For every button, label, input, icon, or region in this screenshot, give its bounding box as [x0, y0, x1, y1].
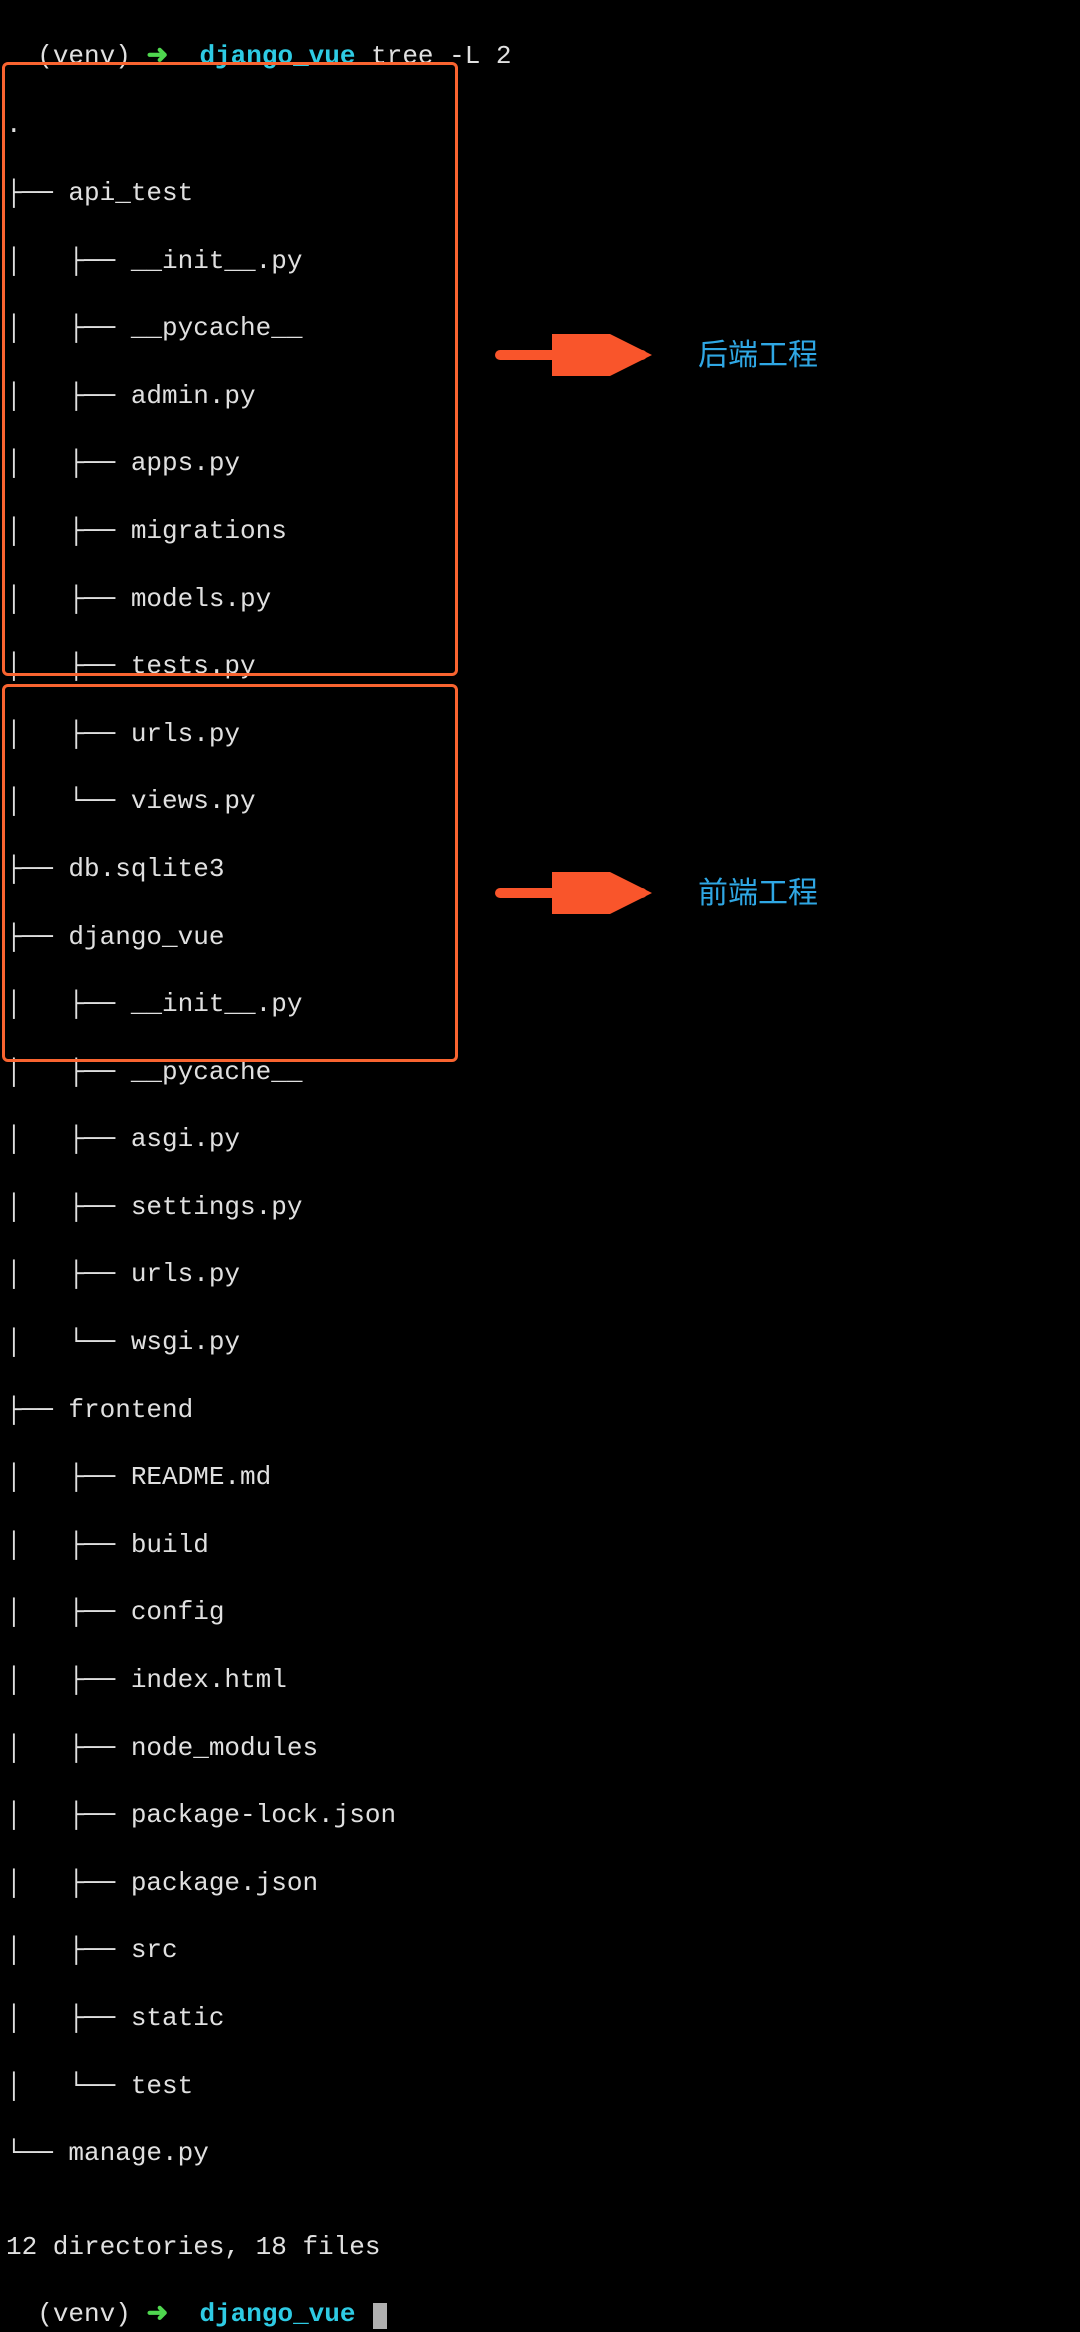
current-directory: django_vue	[199, 41, 355, 71]
arrow-right-icon	[494, 872, 664, 914]
tree-line: │ ├── config	[6, 1596, 1074, 1630]
tree-line: │ ├── static	[6, 2002, 1074, 2036]
venv-indicator: (venv)	[37, 2299, 131, 2329]
frontend-annotation-label: 前端工程	[698, 874, 818, 913]
tree-line: └── manage.py	[6, 2137, 1074, 2171]
tree-line: │ ├── admin.py	[6, 380, 1074, 414]
tree-root: .	[6, 109, 1074, 143]
prompt-arrow-icon: ➜	[146, 2299, 168, 2329]
tree-line: │ ├── package-lock.json	[6, 1799, 1074, 1833]
prompt-line-1: (venv) ➜ django_vue tree -L 2	[6, 6, 1074, 74]
tree-line: │ └── wsgi.py	[6, 1326, 1074, 1360]
tree-line: ├── frontend	[6, 1394, 1074, 1428]
tree-line: │ ├── node_modules	[6, 1732, 1074, 1766]
tree-line: │ ├── __pycache__	[6, 1056, 1074, 1090]
tree-line: │ ├── __init__.py	[6, 988, 1074, 1022]
backend-annotation: 后端工程	[494, 334, 818, 376]
tree-line: ├── api_test	[6, 177, 1074, 211]
tree-line: │ ├── urls.py	[6, 1258, 1074, 1292]
frontend-annotation: 前端工程	[494, 872, 818, 914]
command-text: tree -L 2	[371, 41, 511, 71]
tree-line: │ ├── README.md	[6, 1461, 1074, 1495]
tree-line: │ ├── build	[6, 1529, 1074, 1563]
tree-line: │ ├── tests.py	[6, 650, 1074, 684]
prompt-line-2[interactable]: (venv) ➜ django_vue	[6, 2265, 1074, 2332]
tree-output: . ├── api_test │ ├── __init__.py │ ├── _…	[6, 76, 1074, 2205]
tree-line: │ ├── package.json	[6, 1867, 1074, 1901]
arrow-right-icon	[494, 334, 664, 376]
tree-line: │ ├── src	[6, 1934, 1074, 1968]
venv-indicator: (venv)	[37, 41, 131, 71]
tree-line: │ ├── asgi.py	[6, 1123, 1074, 1157]
tree-line: │ └── test	[6, 2070, 1074, 2104]
tree-line: │ ├── __init__.py	[6, 245, 1074, 279]
tree-line: │ ├── apps.py	[6, 447, 1074, 481]
prompt-arrow-icon: ➜	[146, 41, 168, 71]
tree-line: │ ├── urls.py	[6, 718, 1074, 752]
cursor-icon	[373, 2303, 387, 2329]
tree-summary: 12 directories, 18 files	[6, 2231, 1074, 2265]
current-directory: django_vue	[199, 2299, 355, 2329]
tree-line: ├── django_vue	[6, 921, 1074, 955]
tree-line: │ └── views.py	[6, 785, 1074, 819]
tree-line: │ ├── index.html	[6, 1664, 1074, 1698]
tree-line: │ ├── settings.py	[6, 1191, 1074, 1225]
backend-annotation-label: 后端工程	[698, 336, 818, 375]
tree-line: │ ├── migrations	[6, 515, 1074, 549]
tree-line: │ ├── models.py	[6, 583, 1074, 617]
